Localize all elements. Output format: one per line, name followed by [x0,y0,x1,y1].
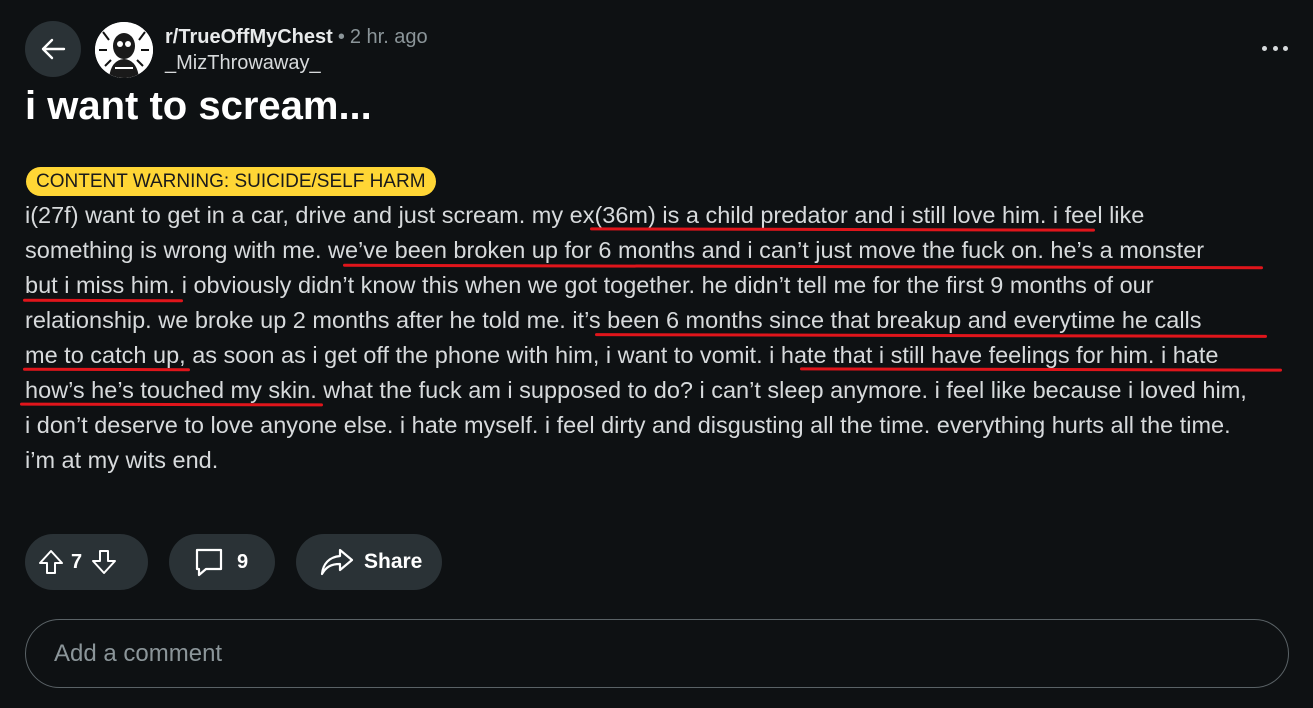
vote-count: 7 [71,550,83,573]
underline-mark [22,367,191,372]
body-line: i’m at my wits end. [25,447,219,473]
comment-bubble-icon [193,546,225,578]
body-line: how’s he’s touched my skin. what the fuc… [19,373,1295,408]
body-line: something is wrong with me. we’ve been b… [25,233,1295,270]
author-link[interactable]: _MizThrowaway_ [165,50,428,76]
arrow-down-icon[interactable] [90,548,118,576]
subreddit-link[interactable]: r/TrueOffMyChest [165,26,333,48]
arrow-up-icon[interactable] [37,548,65,576]
post-page: r/TrueOffMyChest • 2 hr. ago _MizThrowaway… [0,0,1313,708]
underline-mark [22,298,184,303]
comments-button[interactable]: 9 [169,534,275,590]
post-title: i want to scream... [25,84,372,128]
post-meta: r/TrueOffMyChest • 2 hr. ago _MizThrowaway… [165,24,428,76]
more-options-button[interactable] [1262,38,1288,58]
underline-mark [799,367,1283,372]
body-line: me to catch up, as soon as i get off the… [22,338,1295,373]
vote-control: 7 [25,534,148,590]
meta-separator: • [337,26,345,48]
underline-mark [589,227,1096,232]
subreddit-avatar[interactable] [95,22,153,78]
comment-count: 9 [237,550,249,573]
arrow-left-icon [38,34,68,64]
body-line: i(27f) want to get in a car, drive and j… [25,198,1295,233]
content-warning-badge: CONTENT WARNING: SUICIDE/SELF HARM [26,167,436,196]
ellipsis-dot [1283,45,1288,51]
add-comment-input[interactable] [25,619,1289,688]
back-button[interactable] [25,21,81,77]
underline-mark [19,402,324,407]
share-arrow-icon [320,547,354,577]
post-time: 2 hr. ago [349,26,428,48]
share-label: Share [364,550,423,573]
ellipsis-dot [1272,45,1278,51]
body-line: i don’t deserve to love anyone else. i h… [25,412,1231,438]
body-line: but i miss him. i obviously didn’t know … [22,268,1295,303]
ellipsis-dot [1262,45,1267,51]
share-button[interactable]: Share [296,534,442,590]
post-body: i(27f) want to get in a car, drive and j… [19,198,1295,478]
body-line: relationship. we broke up 2 months after… [25,303,1295,338]
